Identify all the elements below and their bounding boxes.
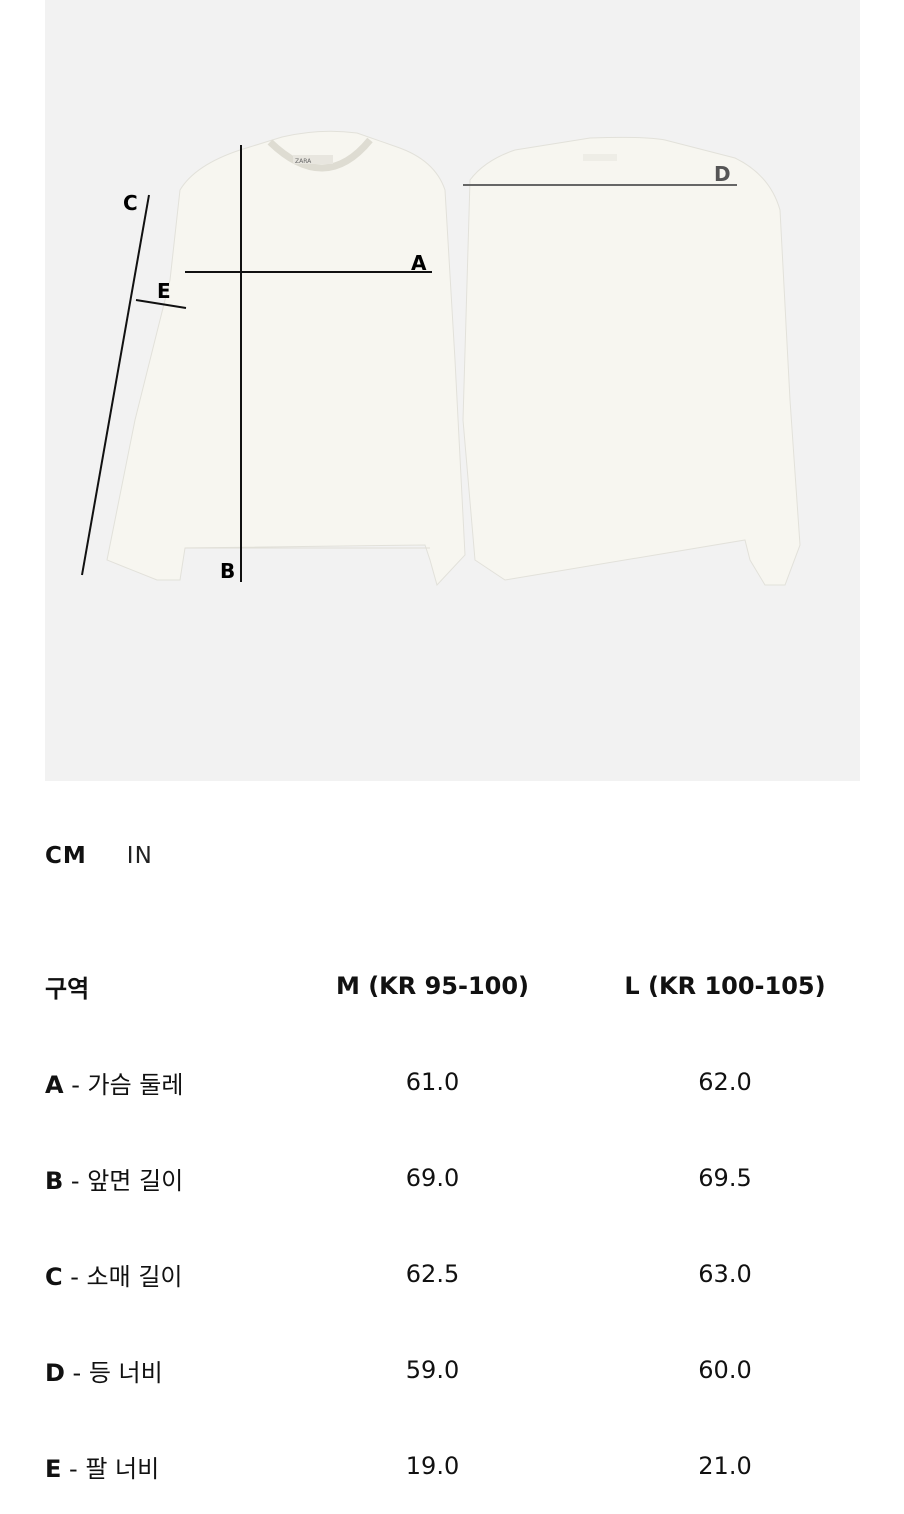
back-sweater-illustration — [462, 136, 801, 586]
zone-separator: - — [64, 1358, 89, 1387]
zone-separator: - — [63, 1070, 88, 1099]
value-l: 62.0 — [698, 1068, 752, 1096]
header-size-l: L (KR 100-105) — [624, 972, 826, 1000]
zone-letter: D — [45, 1358, 65, 1387]
table-row: A - 가슴 둘레 61.0 62.0 — [45, 1034, 900, 1130]
front-sweater-illustration: ZARA — [106, 130, 466, 586]
zone-letter: B — [45, 1166, 64, 1195]
unit-toggle: CM IN — [45, 843, 153, 869]
value-m: 62.5 — [405, 1260, 460, 1288]
header-zone: 구역 — [45, 974, 90, 1003]
label-c: C — [123, 191, 138, 215]
zone-name: 소매 길이 — [86, 1262, 183, 1291]
unit-in-tab[interactable]: IN — [127, 843, 153, 869]
zone-name: 등 너비 — [88, 1358, 163, 1387]
table-row: D - 등 너비 59.0 60.0 — [45, 1322, 900, 1418]
value-l: 60.0 — [698, 1356, 752, 1384]
size-table-header: 구역 M (KR 95-100) L (KR 100-105) — [45, 938, 900, 1034]
zone-letter: E — [45, 1454, 62, 1483]
zone-cell: B - 앞면 길이 — [45, 1130, 315, 1226]
zone-cell: A - 가슴 둘레 — [45, 1034, 315, 1130]
label-e: E — [157, 279, 171, 303]
zone-separator: - — [62, 1262, 87, 1291]
zone-separator: - — [63, 1166, 88, 1195]
size-guide-figure: ZARA A B C D E — [45, 0, 860, 781]
value-m: 69.0 — [405, 1164, 460, 1192]
value-l: 69.5 — [698, 1164, 752, 1192]
zone-name: 팔 너비 — [85, 1454, 160, 1483]
label-a: A — [411, 251, 427, 275]
zone-letter: A — [45, 1070, 64, 1099]
label-b: B — [220, 559, 235, 583]
value-m: 61.0 — [405, 1068, 460, 1096]
zone-cell: C - 소매 길이 — [45, 1226, 315, 1322]
header-size-m: M (KR 95-100) — [335, 972, 530, 1000]
svg-text:ZARA: ZARA — [295, 158, 312, 165]
zone-letter: C — [45, 1262, 63, 1291]
zone-cell: D - 등 너비 — [45, 1322, 315, 1418]
size-table: 구역 M (KR 95-100) L (KR 100-105) A - 가슴 둘… — [45, 938, 900, 1514]
zone-separator: - — [61, 1454, 86, 1483]
sweater-measurement-diagram: ZARA A B C D E — [81, 130, 801, 586]
table-row: B - 앞면 길이 69.0 69.5 — [45, 1130, 900, 1226]
value-l: 63.0 — [698, 1260, 752, 1288]
unit-cm-tab[interactable]: CM — [45, 843, 87, 869]
value-m: 59.0 — [405, 1356, 460, 1384]
table-row: C - 소매 길이 62.5 63.0 — [45, 1226, 900, 1322]
zone-name: 앞면 길이 — [87, 1166, 184, 1195]
zone-name: 가슴 둘레 — [87, 1070, 184, 1099]
label-d: D — [714, 162, 731, 186]
